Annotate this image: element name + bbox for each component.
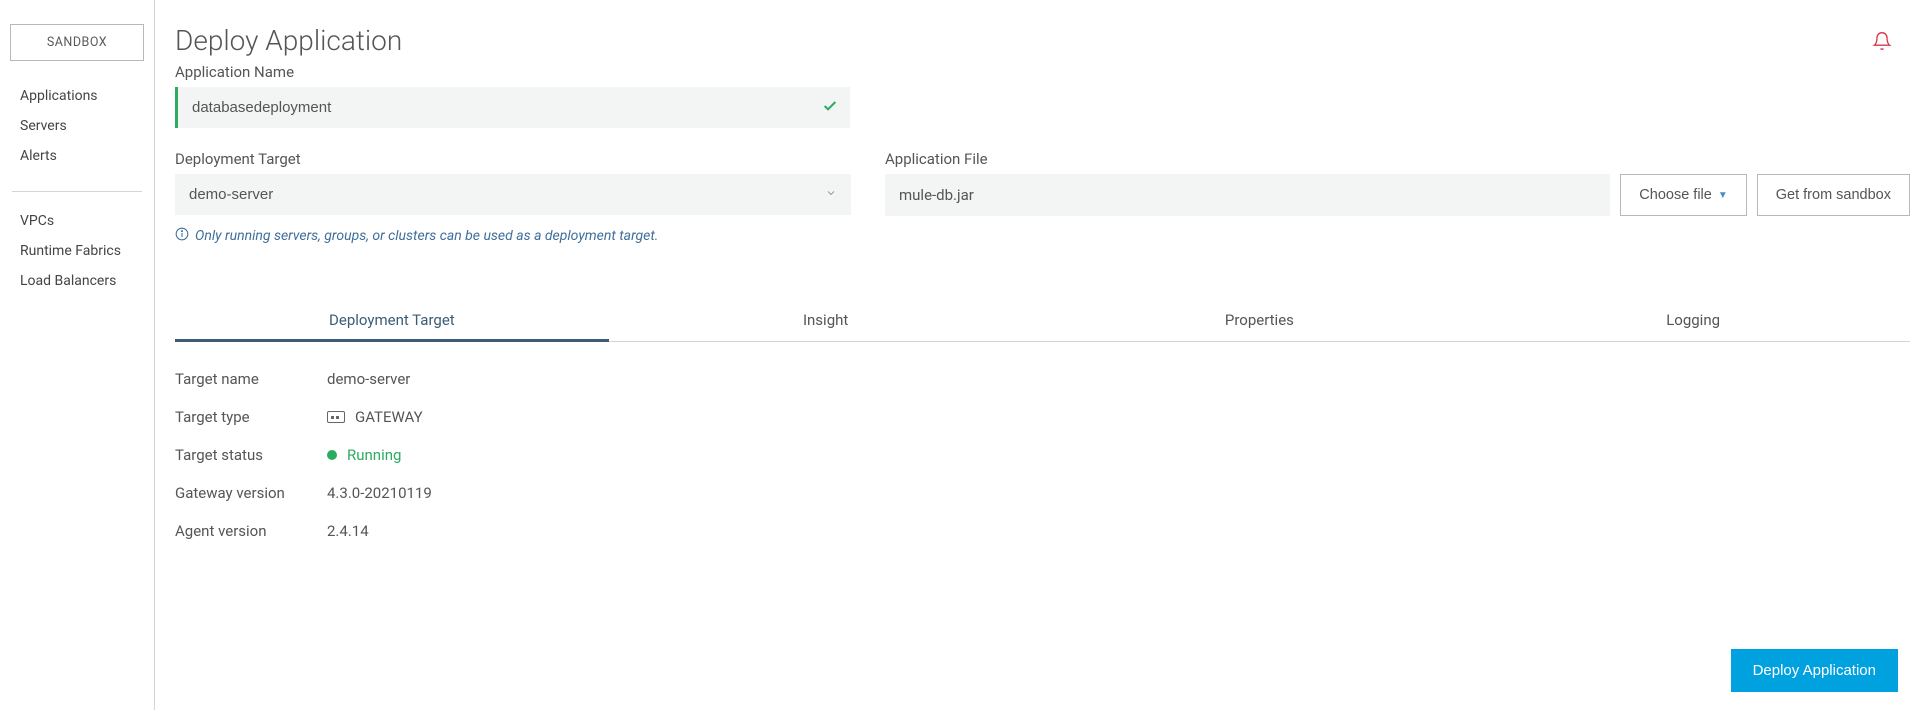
app-name-label: Application Name xyxy=(175,63,1910,81)
tab-properties[interactable]: Properties xyxy=(1043,299,1477,341)
notifications-icon[interactable] xyxy=(1872,30,1892,56)
gateway-version-value: 4.3.0-20210119 xyxy=(327,484,432,502)
nav-divider xyxy=(12,191,142,192)
agent-version-key: Agent version xyxy=(175,522,327,540)
target-info-text: Only running servers, groups, or cluster… xyxy=(195,228,658,244)
nav-alerts[interactable]: Alerts xyxy=(0,141,154,171)
tabs: Deployment Target Insight Properties Log… xyxy=(175,299,1910,342)
choose-file-label: Choose file xyxy=(1639,187,1712,203)
target-name-value: demo-server xyxy=(327,370,410,388)
gateway-version-key: Gateway version xyxy=(175,484,327,502)
check-icon xyxy=(822,98,838,118)
target-info-note: Only running servers, groups, or cluster… xyxy=(175,227,851,245)
target-status-key: Target status xyxy=(175,446,327,464)
app-name-input[interactable] xyxy=(178,87,850,128)
agent-version-value: 2.4.14 xyxy=(327,522,369,540)
target-type-value: GATEWAY xyxy=(355,408,423,426)
caret-down-icon: ▼ xyxy=(1718,190,1728,201)
nav-group-2: VPCs Runtime Fabrics Load Balancers xyxy=(0,206,154,310)
target-status-value: Running xyxy=(347,446,401,464)
info-icon xyxy=(175,227,189,245)
tab-deployment-target[interactable]: Deployment Target xyxy=(175,299,609,341)
nav-group-1: Applications Servers Alerts xyxy=(0,81,154,185)
nav-load-balancers[interactable]: Load Balancers xyxy=(0,266,154,296)
page-title: Deploy Application xyxy=(175,24,1872,57)
get-from-sandbox-button[interactable]: Get from sandbox xyxy=(1757,174,1910,216)
nav-servers[interactable]: Servers xyxy=(0,111,154,141)
main-content: Deploy Application Application Name Depl… xyxy=(155,0,1920,710)
nav-applications[interactable]: Applications xyxy=(0,81,154,111)
deployment-target-select[interactable] xyxy=(175,174,851,215)
target-type-key: Target type xyxy=(175,408,327,426)
tab-insight[interactable]: Insight xyxy=(609,299,1043,341)
target-details: Target name demo-server Target type GATE… xyxy=(175,370,1910,540)
status-dot-icon xyxy=(327,450,337,460)
application-file-label: Application File xyxy=(885,150,1910,168)
choose-file-button[interactable]: Choose file ▼ xyxy=(1620,174,1746,216)
environment-selector[interactable]: SANDBOX xyxy=(10,24,144,61)
application-file-name: mule-db.jar xyxy=(885,174,1610,216)
tab-logging[interactable]: Logging xyxy=(1476,299,1910,341)
deployment-target-label: Deployment Target xyxy=(175,150,851,168)
target-name-key: Target name xyxy=(175,370,327,388)
gateway-icon xyxy=(327,411,345,423)
sidebar: SANDBOX Applications Servers Alerts VPCs… xyxy=(0,0,155,710)
deploy-application-button[interactable]: Deploy Application xyxy=(1731,649,1898,692)
nav-runtime-fabrics[interactable]: Runtime Fabrics xyxy=(0,236,154,266)
nav-vpcs[interactable]: VPCs xyxy=(0,206,154,236)
app-name-input-wrap xyxy=(175,87,850,128)
